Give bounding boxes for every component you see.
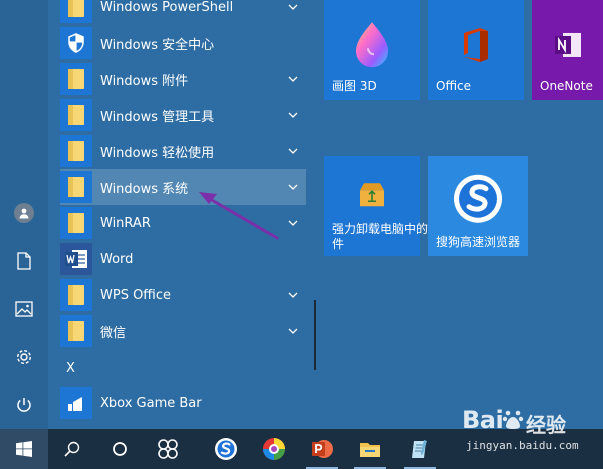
- file-explorer-icon: [360, 443, 380, 457]
- cortana-button[interactable]: [96, 429, 144, 469]
- tile-label: Office: [436, 79, 472, 93]
- app-item-windows-accessories[interactable]: Windows 附件: [60, 61, 306, 97]
- notepad-icon: [412, 440, 427, 458]
- app-item-wechat[interactable]: 微信: [60, 313, 306, 349]
- app-item-label: Windows PowerShell: [100, 0, 234, 15]
- app-item-windows-security[interactable]: Windows 安全中心: [60, 25, 306, 61]
- tile-paint3d[interactable]: 画图 3D: [324, 0, 420, 100]
- app-item-label: Windows 轻松使用: [100, 145, 215, 161]
- baidu-paw-icon: [502, 410, 524, 429]
- pictures-icon: [15, 301, 33, 317]
- folder-icon: [60, 207, 92, 239]
- tile-label: 画图 3D: [332, 79, 377, 93]
- taskbar-powerpoint[interactable]: [298, 429, 346, 469]
- start-button[interactable]: [0, 429, 48, 469]
- chevron-down-icon[interactable]: [286, 108, 300, 122]
- user-account-button[interactable]: [0, 189, 48, 237]
- taskbar-colorful-app[interactable]: [250, 429, 298, 469]
- folder-icon: [60, 99, 92, 131]
- section-letter-x[interactable]: X: [60, 350, 306, 386]
- app-item-label: WinRAR: [100, 215, 151, 231]
- word-icon: [60, 243, 92, 275]
- tile-uninstall-software[interactable]: 强力卸载电脑中的软件: [324, 156, 440, 256]
- tile-label: OneNote: [540, 79, 593, 93]
- app-item-label: Xbox Game Bar: [100, 395, 202, 411]
- power-icon: [17, 398, 31, 412]
- app-item-label: Windows 系统: [100, 181, 189, 197]
- start-left-rail: [0, 0, 48, 429]
- chevron-down-icon[interactable]: [286, 0, 300, 14]
- app-item-label: 微信: [100, 325, 127, 341]
- sogou-browser-icon: [454, 174, 502, 223]
- folder-icon: [60, 0, 92, 23]
- windows-start-icon: [16, 441, 32, 457]
- chevron-down-icon[interactable]: [286, 144, 300, 158]
- task-view-icon: [158, 439, 178, 459]
- app-item-label: Windows 安全中心: [100, 37, 215, 53]
- xbox-icon: [60, 387, 92, 419]
- chevron-down-icon[interactable]: [286, 72, 300, 86]
- folder-icon: [60, 315, 92, 347]
- uninstall-box-icon: [360, 183, 384, 207]
- app-list-scrollbar[interactable]: [314, 300, 316, 370]
- powerpoint-icon: [312, 440, 333, 458]
- user-avatar-icon: [14, 203, 34, 223]
- settings-icon: [16, 349, 32, 365]
- folder-icon: [60, 171, 92, 203]
- taskbar-notepad[interactable]: [396, 429, 444, 469]
- chevron-down-icon[interactable]: [286, 216, 300, 230]
- document-icon: [17, 252, 31, 270]
- paint3d-icon: [356, 22, 388, 68]
- onenote-icon: [554, 32, 581, 57]
- app-list: Windows PowerShell Windows 安全中心 Windows …: [48, 0, 312, 429]
- folder-icon: [60, 63, 92, 95]
- app-item-windows-admin-tools[interactable]: Windows 管理工具: [60, 97, 306, 133]
- app-item-word[interactable]: Word: [60, 241, 306, 277]
- app-item-winrar[interactable]: WinRAR: [60, 205, 306, 241]
- app-item-label: Windows 附件: [100, 73, 189, 89]
- watermark-suffix: 经验: [526, 413, 566, 437]
- taskbar-file-explorer[interactable]: [346, 429, 394, 469]
- office-icon: [464, 27, 488, 62]
- tile-sogou-browser[interactable]: 搜狗高速浏览器: [428, 156, 528, 256]
- chevron-down-icon[interactable]: [286, 288, 300, 302]
- shield-icon: [60, 27, 92, 59]
- chevron-down-icon[interactable]: [286, 180, 300, 194]
- app-item-label: Windows 管理工具: [100, 109, 215, 125]
- app-item-windows-powershell[interactable]: Windows PowerShell: [60, 0, 306, 25]
- settings-button[interactable]: [0, 333, 48, 381]
- documents-button[interactable]: [0, 237, 48, 285]
- pictures-button[interactable]: [0, 285, 48, 333]
- search-icon: [64, 441, 80, 457]
- section-letter-label: X: [66, 360, 75, 376]
- tile-office[interactable]: Office: [428, 0, 524, 100]
- watermark-brand: Bai: [462, 406, 504, 434]
- cortana-icon: [113, 442, 127, 456]
- chevron-down-icon[interactable]: [286, 324, 300, 338]
- folder-icon: [60, 135, 92, 167]
- power-button[interactable]: [0, 381, 48, 429]
- tile-onenote[interactable]: OneNote: [532, 0, 603, 100]
- tile-label: 强力卸载电脑中的软件: [332, 222, 441, 251]
- watermark-url: jingyan.baidu.com: [466, 439, 579, 452]
- app-item-windows-system[interactable]: Windows 系统: [60, 169, 306, 205]
- app-item-wps-office[interactable]: WPS Office: [60, 277, 306, 313]
- taskbar-sogou-browser[interactable]: [202, 429, 250, 469]
- baidu-jingyan-watermark: Bai 经验 jingyan.baidu.com: [462, 400, 602, 460]
- search-button[interactable]: [48, 429, 96, 469]
- app-item-label: WPS Office: [100, 287, 172, 303]
- folder-icon: [60, 279, 92, 311]
- sogou-browser-icon: [215, 438, 237, 460]
- chrome-colorful-icon: [263, 438, 285, 460]
- app-item-windows-ease-of-access[interactable]: Windows 轻松使用: [60, 133, 306, 169]
- app-item-label: Word: [100, 251, 134, 267]
- tile-label: 搜狗高速浏览器: [436, 235, 521, 249]
- app-item-xbox-game-bar[interactable]: Xbox Game Bar: [60, 385, 306, 421]
- task-view-button[interactable]: [144, 429, 192, 469]
